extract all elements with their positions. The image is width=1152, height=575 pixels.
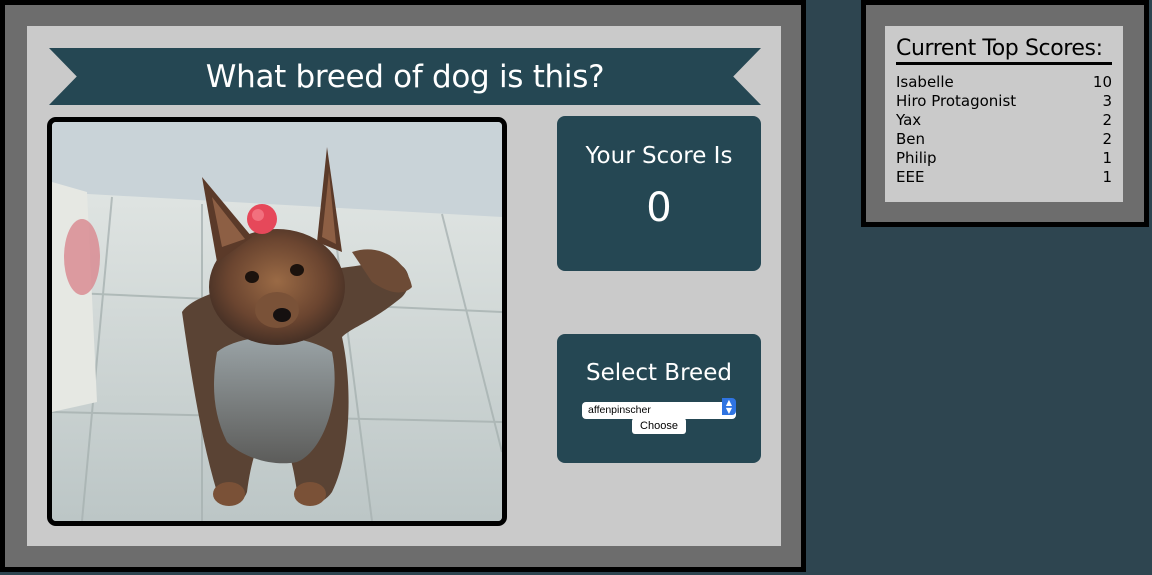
select-breed-label: Select Breed [586, 360, 732, 386]
breed-select-wrapper: affenpinscher ▲ ▼ [582, 398, 736, 419]
player-name: Yax [896, 111, 922, 129]
dog-photo [47, 117, 507, 526]
question-title: What breed of dog is this? [205, 58, 605, 95]
score-row: Ben 2 [896, 130, 1112, 149]
game-board: What breed of dog is this? Your Score Is… [27, 26, 781, 546]
score-row: Yax 2 [896, 111, 1112, 130]
score-row: Hiro Protagonist 3 [896, 92, 1112, 111]
player-name: EEE [896, 168, 925, 186]
score-row: EEE 1 [896, 168, 1112, 187]
question-banner: What breed of dog is this? [49, 48, 761, 105]
player-score: 3 [1102, 92, 1112, 110]
player-score: 2 [1102, 111, 1112, 129]
score-row: Philip 1 [896, 149, 1112, 168]
player-score: 1 [1102, 168, 1112, 186]
breed-select[interactable]: affenpinscher [582, 401, 736, 419]
player-score: 1 [1102, 149, 1112, 167]
player-score: 10 [1092, 73, 1112, 91]
game-panel: What breed of dog is this? Your Score Is… [0, 0, 806, 572]
score-label: Your Score Is [585, 143, 733, 169]
breed-selection-card: Select Breed affenpinscher ▲ ▼ Choose [557, 334, 761, 463]
score-row: Isabelle 10 [896, 73, 1112, 92]
player-score: 2 [1102, 130, 1112, 148]
score-card: Your Score Is 0 [557, 116, 761, 271]
dog-image [52, 122, 502, 521]
choose-button[interactable]: Choose [632, 418, 686, 434]
player-name: Isabelle [896, 73, 954, 91]
player-name: Hiro Protagonist [896, 92, 1017, 110]
player-name: Ben [896, 130, 926, 148]
top-scores-board: Current Top Scores: Isabelle 10 Hiro Pro… [885, 26, 1123, 202]
top-scores-title: Current Top Scores: [896, 36, 1112, 65]
score-value: 0 [646, 185, 672, 231]
top-scores-list: Isabelle 10 Hiro Protagonist 3 Yax 2 Ben… [896, 73, 1112, 187]
player-name: Philip [896, 149, 937, 167]
top-scores-panel: Current Top Scores: Isabelle 10 Hiro Pro… [861, 0, 1149, 227]
